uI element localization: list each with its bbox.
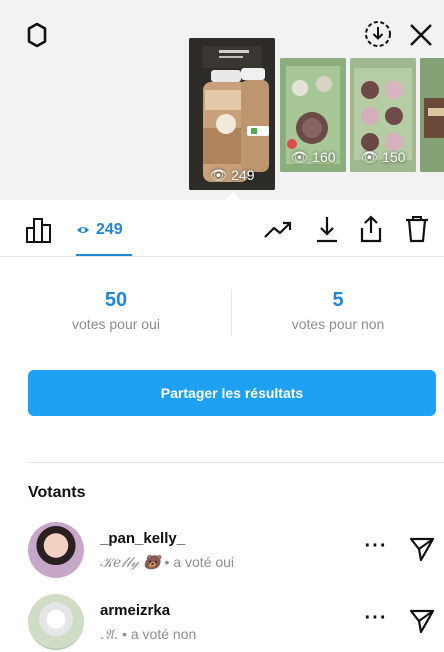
- send-message-button[interactable]: [408, 608, 438, 636]
- trend-icon: [264, 221, 292, 238]
- viewer-count: 249: [96, 221, 123, 238]
- separator: •: [122, 626, 131, 642]
- voter-username[interactable]: armeizrka: [100, 602, 170, 619]
- action-bar: 249: [0, 201, 444, 257]
- settings-button[interactable]: [22, 20, 52, 50]
- separator: •: [164, 554, 174, 570]
- no-count: 5: [332, 289, 344, 311]
- avatar[interactable]: [28, 522, 84, 578]
- share-button[interactable]: [356, 213, 386, 245]
- yes-count: 50: [104, 289, 128, 311]
- poll-results: 50 votes pour oui 5 votes pour non: [0, 288, 444, 340]
- vote-status: a voté non: [130, 626, 197, 642]
- viewers-tab[interactable]: 249: [76, 215, 123, 245]
- story-thumbnail[interactable]: [420, 58, 444, 172]
- download-circle-icon: [365, 21, 391, 47]
- voter-display-name: .𝔄.: [100, 627, 119, 643]
- voter-row: _pan_kelly_ 𝒦𝑒𝓁𝓁𝓎 🐻 • a voté oui ···: [28, 520, 444, 580]
- story-thumbnail[interactable]: 👁 160: [280, 58, 346, 172]
- result-no: 5 votes pour non: [232, 288, 444, 334]
- section-divider: [28, 462, 444, 463]
- selected-indicator: [224, 192, 242, 201]
- more-options-button[interactable]: ···: [362, 536, 390, 562]
- result-yes: 50 votes pour oui: [0, 288, 232, 334]
- story-thumbnail-selected[interactable]: 👁 249: [189, 38, 275, 190]
- voter-subtitle: .𝔄. • a voté non: [100, 626, 196, 643]
- story-strip: 👁 249 👁 160 👁 150: [0, 0, 444, 201]
- close-icon: [410, 24, 432, 46]
- thumbnail-views: 👁 150: [360, 149, 406, 165]
- download-icon: [317, 217, 337, 243]
- close-button[interactable]: [404, 18, 438, 52]
- share-results-button[interactable]: Partager les résultats: [28, 370, 436, 416]
- save-story-button[interactable]: [362, 18, 394, 50]
- trash-icon: [406, 216, 428, 243]
- thumbnail-views: 👁 160: [290, 149, 336, 165]
- voter-username[interactable]: _pan_kelly_: [100, 530, 185, 547]
- voters-title: Votants: [28, 484, 86, 501]
- avatar[interactable]: [28, 594, 84, 650]
- voter-display-name: 𝒦𝑒𝓁𝓁𝓎 🐻: [100, 555, 161, 571]
- share-icon: [360, 215, 382, 243]
- send-icon: [409, 609, 435, 634]
- trend-button[interactable]: [261, 215, 295, 245]
- send-icon: [409, 537, 435, 562]
- active-tab-underline: [76, 254, 132, 256]
- download-button[interactable]: [312, 213, 342, 245]
- voter-row: armeizrka .𝔄. • a voté non ···: [28, 592, 444, 652]
- thumbnail-views: 👁 249: [209, 167, 255, 183]
- story-thumbnail[interactable]: 👁 150: [350, 58, 416, 172]
- delete-button[interactable]: [402, 213, 432, 245]
- gear-icon: [27, 22, 47, 48]
- vote-status: a voté oui: [173, 554, 235, 570]
- more-options-button[interactable]: ···: [362, 608, 390, 634]
- insights-button[interactable]: [24, 215, 54, 245]
- send-message-button[interactable]: [408, 536, 438, 564]
- voter-subtitle: 𝒦𝑒𝓁𝓁𝓎 🐻 • a voté oui: [100, 554, 234, 571]
- eye-icon: [77, 227, 89, 233]
- no-label: votes pour non: [291, 316, 385, 332]
- insights-icon: [26, 218, 51, 243]
- yes-label: votes pour oui: [72, 316, 160, 332]
- dessert-image: [420, 58, 444, 172]
